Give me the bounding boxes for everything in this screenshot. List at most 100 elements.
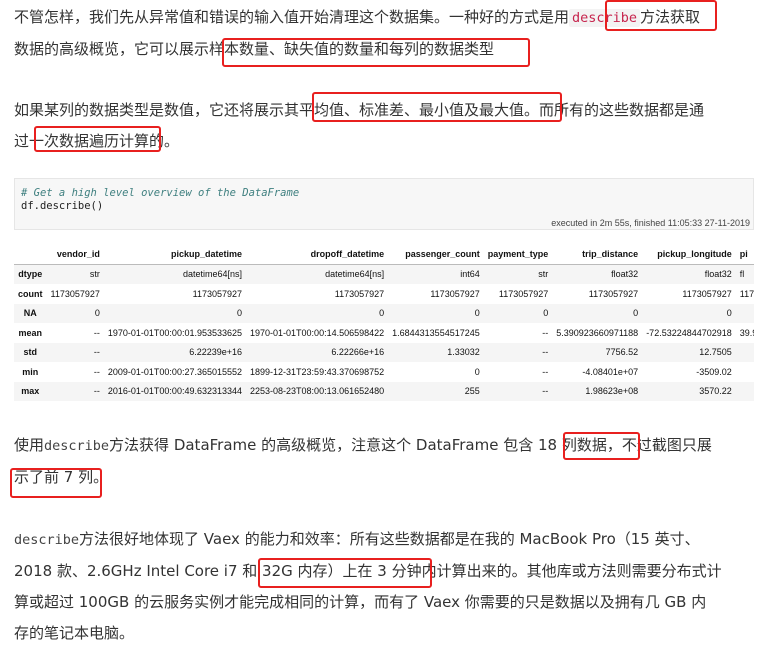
- table-cell: 1970-01-01T00:00:14.506598422: [250, 327, 385, 338]
- table-cell: -72.53224844702918: [646, 327, 732, 338]
- text-line: describe方法很好地体现了 Vaex 的能力和效率：所有这些数据都是在我的…: [14, 530, 700, 548]
- table-cell: [736, 382, 754, 402]
- table-cell: 0: [474, 308, 480, 319]
- column-header: pickup_datetime: [103, 244, 247, 265]
- table-row: NA 0 0 0 0 0 0 0: [14, 303, 754, 324]
- columns-note-paragraph: 使用describe方法获得 DataFrame 的高级概览，注意这个 Data…: [14, 430, 754, 493]
- table-cell: str: [89, 269, 100, 280]
- table-cell: 2009-01-01T00:00:27.365015552: [107, 366, 243, 377]
- table-cell: float32: [704, 269, 732, 280]
- table-cell: 6.22266e+16: [331, 347, 385, 358]
- row-label: mean: [18, 327, 42, 338]
- table-cell: 1173057: [739, 288, 754, 299]
- table-cell: 1899-12-31T23:59:43.370698752: [250, 366, 385, 377]
- row-label: std: [23, 347, 38, 358]
- row-label: count: [18, 288, 43, 299]
- table-cell: 1.98623e+08: [585, 386, 639, 397]
- column-header: trip_distance: [552, 244, 643, 265]
- table-row: std -- 6.22239e+16 6.22266e+16 1.33032 -- 7756…: [14, 342, 754, 363]
- table-cell: -4.08401e+07: [582, 366, 639, 377]
- table-cell: 1173057927: [192, 288, 243, 299]
- table-cell: 0: [543, 308, 549, 319]
- text-line: 数据的高级概览，它可以展示样本数量、缺失值的数量和每列的数据类型: [14, 40, 495, 58]
- notebook-screenshot: # Get a high level overview of the DataF…: [14, 170, 754, 410]
- table-cell: 0: [379, 308, 385, 319]
- table-cell: 1173057927: [682, 288, 732, 299]
- table-cell: 0: [94, 308, 100, 319]
- table-cell: int64: [460, 269, 480, 280]
- table-cell: --: [93, 347, 100, 358]
- table-cell: 7756.52: [605, 347, 639, 358]
- table-cell: str: [538, 269, 549, 280]
- table-cell: 0: [474, 366, 480, 377]
- table-cell: 1.33032: [447, 347, 480, 358]
- table-cell: 1970-01-01T00:00:01.953533625: [107, 327, 243, 338]
- table-cell: [736, 304, 754, 324]
- text-line: 过一次数据遍历计算的。: [14, 132, 180, 150]
- table-cell: 1.6844313554517245: [392, 327, 480, 338]
- text-line: 示了前 7 列。: [14, 468, 109, 486]
- performance-paragraph: describe方法很好地体现了 Vaex 的能力和效率：所有这些数据都是在我的…: [14, 524, 754, 649]
- text-line: 使用describe方法获得 DataFrame 的高级概览，注意这个 Data…: [14, 436, 712, 454]
- table-cell: fl: [739, 269, 745, 280]
- execution-status: executed in 2m 55s, finished 11:05:33 27…: [551, 218, 750, 228]
- table-row: mean -- 1970-01-01T00:00:01.953533625 1970-…: [14, 323, 754, 343]
- table-cell: 3570.22: [699, 386, 732, 397]
- table-cell: [736, 362, 754, 382]
- numeric-stats-paragraph: 如果某列的数据类型是数值，它还将展示其平均值、标准差、最小值及最大值。而所有的这…: [14, 95, 754, 157]
- text-line: 算或超过 100GB 的云服务实例才能完成相同的计算，而有了 Vaex 你需要的…: [14, 593, 707, 611]
- table-cell: 0: [726, 308, 732, 319]
- row-label: NA: [23, 308, 37, 319]
- table-cell: 2253-08-23T08:00:13.061652480: [250, 386, 385, 397]
- code-source: df.describe(): [21, 200, 104, 212]
- table-cell: 5.390923660971188: [556, 327, 639, 338]
- table-cell: 2016-01-01T00:00:49.632313344: [107, 386, 243, 397]
- text-line: 2018 款、2.6GHz Intel Core i7 和 32G 内存）上在 …: [14, 562, 722, 580]
- table-cell: 1173057927: [50, 288, 100, 299]
- table-cell: 12.7505: [699, 347, 732, 358]
- table-cell: --: [542, 366, 549, 377]
- table-cell: 0: [633, 308, 639, 319]
- table-cell: 39.9: [739, 327, 754, 338]
- table-cell: -3509.02: [696, 366, 732, 377]
- column-header: dropoff_datetime: [246, 244, 389, 265]
- row-label: max: [21, 386, 40, 397]
- text-line: 存的笔记本电脑。: [14, 624, 135, 642]
- row-label: min: [22, 366, 39, 377]
- column-header: vendor_id: [46, 244, 104, 265]
- table-cell: 1173057927: [430, 288, 480, 299]
- table-header-row: vendor_id pickup_datetime dropoff_datetime…: [14, 244, 754, 265]
- inline-code-describe: describe: [14, 532, 80, 548]
- code-comment: # Get a high level overview of the DataF…: [21, 187, 300, 199]
- column-header: payment_type: [483, 244, 553, 265]
- table-row: min -- 2009-01-01T00:00:27.365015552 1899-1…: [14, 362, 754, 382]
- inline-code-describe: describe: [569, 9, 641, 27]
- table-cell: --: [93, 366, 100, 377]
- text-line: 如果某列的数据类型是数值，它还将展示其平均值、标准差、最小值及最大值。而所有的这…: [14, 101, 705, 119]
- table-cell: 1173057927: [334, 288, 385, 299]
- table-cell: --: [542, 327, 549, 338]
- inline-code-describe: describe: [44, 438, 110, 454]
- column-header: pickup_longitude: [642, 244, 736, 265]
- table-cell: --: [542, 386, 549, 397]
- table-cell: 0: [237, 308, 243, 319]
- table-row: count 1173057927 1173057927 1173057927 11730…: [14, 284, 754, 304]
- table-cell: datetime64[ns]: [325, 269, 385, 280]
- column-header: passenger_count: [388, 244, 484, 265]
- table-cell: float32: [611, 269, 639, 280]
- table-cell: --: [93, 327, 100, 338]
- table-cell: --: [542, 347, 549, 358]
- column-header: pi: [735, 244, 754, 265]
- table-row: max -- 2016-01-01T00:00:49.632313344 2253-0…: [14, 381, 754, 402]
- table-cell: 6.22239e+16: [189, 347, 243, 358]
- table-cell: 1173057927: [498, 288, 549, 299]
- table-cell: 1173057927: [588, 288, 639, 299]
- table-cell: 255: [464, 386, 480, 397]
- table-row: dtype str datetime64[ns] datetime64[ns] int6…: [14, 264, 754, 284]
- text-line: 不管怎样，我们先从异常值和错误的输入值开始清理这个数据集。一种好的方式是用 des…: [14, 8, 701, 27]
- table-cell: --: [93, 386, 100, 397]
- column-header: [14, 244, 47, 265]
- table-cell: datetime64[ns]: [182, 269, 243, 280]
- table-cell: [736, 343, 754, 363]
- describe-output-table: vendor_id pickup_datetime dropoff_datetime…: [14, 244, 754, 401]
